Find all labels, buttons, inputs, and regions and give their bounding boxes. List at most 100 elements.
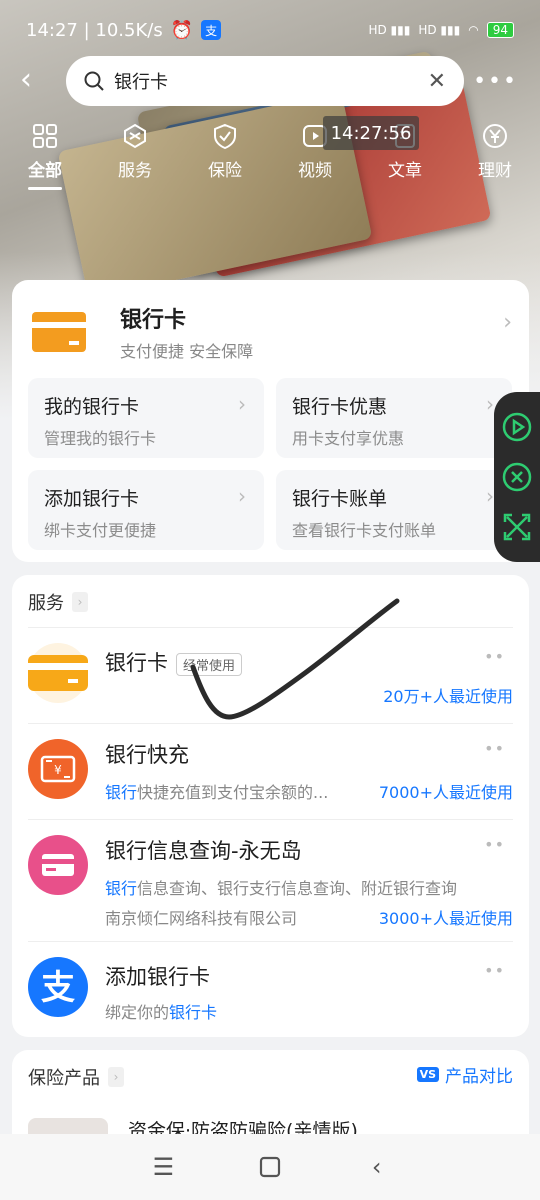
- section-header[interactable]: 服务 ›: [28, 589, 88, 615]
- tile-add-card[interactable]: 添加银行卡 绑卡支付更便捷 ›: [28, 470, 264, 550]
- grid-icon: [33, 124, 57, 148]
- close-circle-icon[interactable]: [501, 461, 533, 493]
- bank-card-icon: [32, 312, 86, 352]
- play-icon[interactable]: [501, 411, 533, 443]
- desc-highlight: 银行卡: [169, 1003, 218, 1022]
- tab-label: 全部: [28, 161, 62, 181]
- tab-label: 理财: [478, 161, 512, 181]
- tab-insurance[interactable]: 保险: [180, 122, 270, 202]
- home-icon[interactable]: [255, 1152, 285, 1182]
- more-options-icon[interactable]: •••: [473, 69, 518, 94]
- chevron-right-icon: ›: [503, 310, 512, 335]
- compare-label: 产品对比: [445, 1067, 513, 1087]
- yuan-icon: [483, 124, 507, 148]
- more-icon[interactable]: ••: [484, 647, 505, 666]
- chevron-right-icon: ›: [108, 1067, 124, 1087]
- tile-my-cards[interactable]: 我的银行卡 管理我的银行卡 ›: [28, 378, 264, 458]
- chevron-right-icon: ›: [486, 484, 494, 508]
- usage-count: 3000+人最近使用: [378, 909, 513, 928]
- tab-all[interactable]: 全部: [0, 122, 90, 202]
- service-title-text: 银行卡: [105, 651, 168, 675]
- section-title: 保险产品: [28, 1068, 100, 1089]
- alarm-icon: ⏰: [170, 19, 194, 41]
- svg-text:¥: ¥: [54, 763, 62, 777]
- chevron-right-icon: ›: [238, 484, 246, 508]
- divider: [28, 941, 513, 942]
- chevron-right-icon: ›: [72, 592, 88, 612]
- chevron-right-icon: ›: [238, 392, 246, 416]
- tab-label: 服务: [118, 161, 152, 181]
- feature-subtitle: 支付便捷 安全保障: [120, 342, 254, 361]
- desc-highlight: 银行: [105, 783, 138, 802]
- system-nav-bar: ☰ ‹: [0, 1134, 540, 1200]
- tab-label: 保险: [208, 161, 242, 181]
- menu-icon[interactable]: ☰: [148, 1152, 178, 1182]
- back-icon[interactable]: ‹: [362, 1152, 392, 1182]
- tile-subtitle: 查看银行卡支付账单: [292, 521, 437, 540]
- back-button[interactable]: ‹: [20, 65, 50, 95]
- alipay-icon: 支: [201, 20, 222, 40]
- desc-highlight: 银行: [105, 879, 138, 898]
- clear-icon[interactable]: ✕: [428, 69, 446, 94]
- tile-title: 我的银行卡: [44, 396, 140, 418]
- divider: [28, 819, 513, 820]
- service-title: 添加银行卡: [105, 965, 210, 989]
- bank-card-header[interactable]: 银行卡 支付便捷 安全保障 ›: [32, 302, 512, 362]
- floating-control-panel: [494, 392, 540, 562]
- svg-text:支: 支: [41, 968, 75, 1008]
- search-box[interactable]: ✕: [66, 56, 464, 106]
- tile-title: 银行卡账单: [292, 488, 388, 510]
- search-bar-row: ‹ ✕ •••: [0, 55, 540, 109]
- service-description: 银行快捷充值到支付宝余额的...: [105, 779, 365, 803]
- status-bar: 14:27 | 10.5K/s ⏰ 支 HD ▮▮▮ HD ▮▮▮ ◠ 94: [0, 0, 540, 60]
- bank-card-icon: [28, 643, 88, 703]
- service-title: 银行信息查询-永无岛: [105, 839, 302, 863]
- feature-title: 银行卡: [120, 308, 187, 333]
- desc-text: 绑定你的: [105, 1003, 170, 1022]
- service-item-add-card[interactable]: 支 添加银行卡 •• 绑定你的银行卡: [12, 941, 529, 1037]
- section-title: 服务: [28, 593, 64, 614]
- service-item-quick-topup[interactable]: ¥ 银行快充 •• 银行快捷充值到支付宝余额的... 7000+人最近使用: [12, 723, 529, 819]
- service-description: 绑定你的银行卡: [105, 999, 365, 1023]
- battery-icon: 94: [486, 22, 514, 38]
- desc-text: 快捷充值到支付宝余额的...: [137, 783, 329, 802]
- signal-icon: HD ▮▮▮: [368, 23, 411, 37]
- more-icon[interactable]: ••: [484, 739, 505, 758]
- tab-services[interactable]: 服务: [90, 122, 180, 202]
- search-input[interactable]: [114, 70, 428, 92]
- tile-subtitle: 管理我的银行卡: [44, 429, 157, 448]
- more-icon[interactable]: ••: [484, 835, 505, 854]
- tab-label: 视频: [298, 161, 332, 181]
- usage-count: 7000+人最近使用: [378, 783, 513, 802]
- shield-icon: [214, 123, 236, 150]
- bank-card-feature: 银行卡 支付便捷 安全保障 › 我的银行卡 管理我的银行卡 › 银行卡优惠 用卡…: [12, 280, 529, 562]
- service-title: 银行快充: [105, 743, 189, 767]
- status-time: 14:27 | 10.5K/s: [26, 19, 163, 41]
- chevron-right-icon: ›: [486, 392, 494, 416]
- tile-card-bills[interactable]: 银行卡账单 查看银行卡支付账单 ›: [276, 470, 512, 550]
- time-overlay: 14:27:56: [323, 116, 419, 150]
- search-icon: [84, 71, 104, 91]
- more-icon[interactable]: ••: [484, 961, 505, 980]
- tile-card-offers[interactable]: 银行卡优惠 用卡支付享优惠 ›: [276, 378, 512, 458]
- vs-icon: VS: [416, 1067, 439, 1082]
- wifi-icon: ◠: [468, 23, 479, 37]
- service-item-bank-info-query[interactable]: 银行信息查询-永无岛 •• 银行信息查询、银行支行信息查询、附近银行查询 南京倾…: [12, 819, 529, 941]
- tab-finance[interactable]: 理财: [450, 122, 540, 202]
- credit-card-icon: [28, 835, 88, 895]
- transfer-icon: ¥: [28, 739, 88, 799]
- tab-label: 文章: [388, 161, 422, 181]
- tile-subtitle: 绑卡支付更便捷: [44, 521, 157, 540]
- expand-icon[interactable]: [501, 511, 533, 543]
- alipay-icon: 支: [28, 957, 88, 1017]
- box-icon: [124, 123, 146, 149]
- service-provider: 南京倾仁网络科技有限公司: [105, 909, 298, 928]
- checkmark-annotation: [190, 598, 400, 720]
- desc-text: 信息查询、银行支行信息查询、附近银行查询: [137, 879, 458, 898]
- tile-title: 银行卡优惠: [292, 396, 388, 418]
- tile-subtitle: 用卡支付享优惠: [292, 429, 405, 448]
- compare-button[interactable]: VS 产品对比: [416, 1062, 513, 1087]
- section-header[interactable]: 保险产品 ›: [28, 1064, 124, 1090]
- service-description: 银行信息查询、银行支行信息查询、附近银行查询: [105, 875, 505, 899]
- signal-icon-2: HD ▮▮▮: [418, 23, 461, 37]
